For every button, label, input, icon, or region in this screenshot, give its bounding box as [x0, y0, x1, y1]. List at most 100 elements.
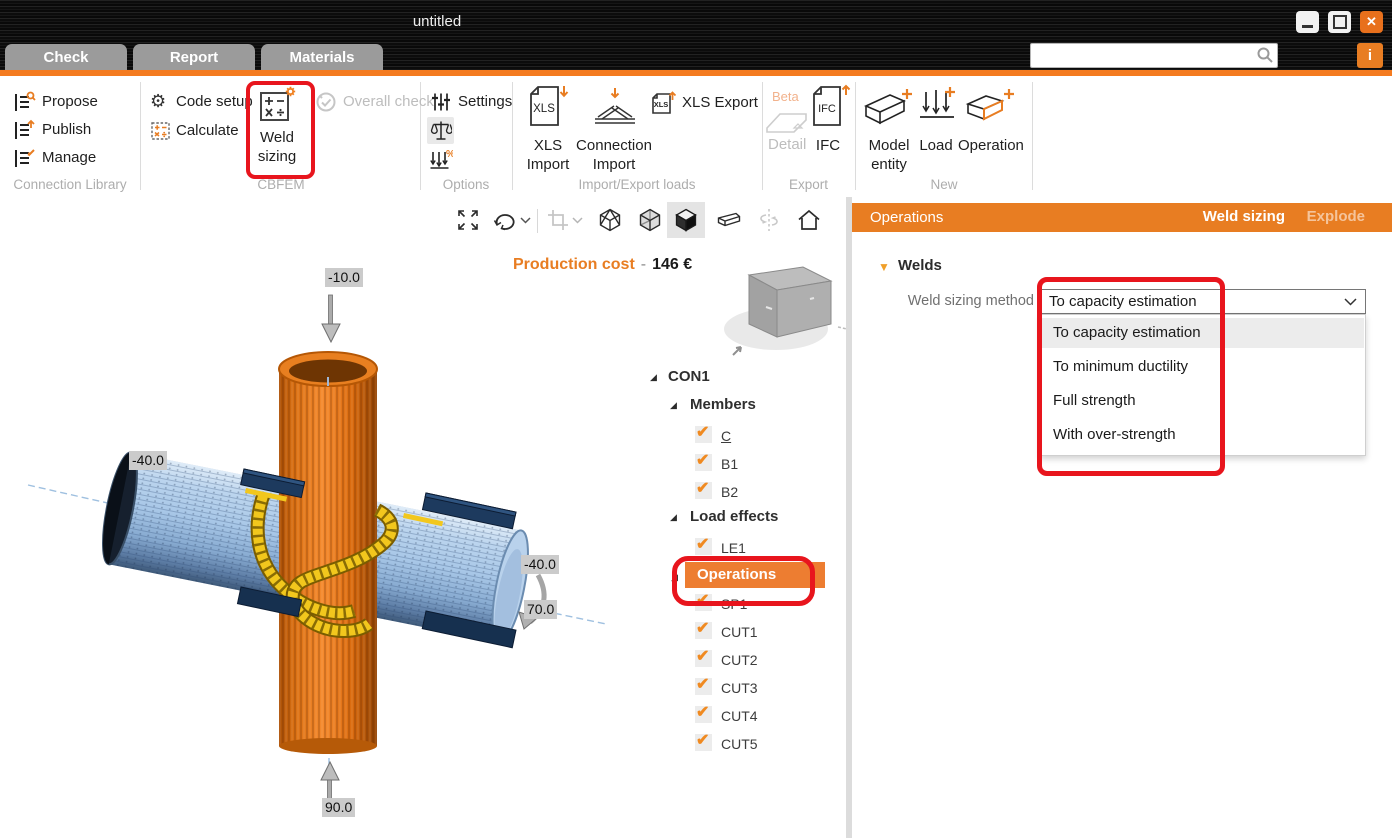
tab-check[interactable]: Check [5, 44, 127, 71]
model-entity-icon [862, 88, 916, 137]
overall-check-button[interactable]: Overall check [315, 91, 337, 118]
navigation-cube[interactable] [724, 267, 846, 355]
tree-node-operations-selected[interactable]: Operations [685, 562, 825, 588]
tree-item-cut3[interactable]: CUT3 [721, 680, 758, 696]
checkbox-cut5[interactable]: ✔ [695, 734, 712, 751]
svg-text:%: % [446, 149, 453, 160]
tree-item-le1[interactable]: LE1 [721, 540, 746, 556]
operation-new-icon [964, 88, 1018, 137]
close-icon: ✕ [1366, 14, 1377, 30]
group-label-new: New [855, 177, 1033, 192]
section-collapse-triangle-icon[interactable]: ▼ [878, 260, 890, 274]
svg-text:XLS: XLS [533, 103, 555, 115]
loads-percent-icon: % [429, 159, 453, 176]
dropdown-option-over[interactable]: With over-strength [1042, 420, 1364, 450]
ifc-icon: IFC [810, 119, 852, 136]
check-icon: ✔ [696, 422, 709, 442]
titlebar: untitled ✕ Check Report Materials i [0, 0, 1392, 70]
code-setup-button[interactable]: ⚙ Code setup [150, 91, 166, 112]
close-button[interactable]: ✕ [1360, 11, 1383, 33]
panel-title: Operations [870, 209, 943, 226]
tree-item-b2[interactable]: B2 [721, 484, 738, 500]
tree-item-c[interactable]: C [721, 428, 731, 444]
checkbox-member-c[interactable]: ✔ [695, 426, 712, 443]
checkbox-le1[interactable]: ✔ [695, 538, 712, 555]
scales-button[interactable] [430, 119, 452, 148]
expand-triangle-icon[interactable]: ◢ [671, 572, 678, 583]
info-button[interactable]: i [1357, 43, 1383, 68]
weld-sizing-method-dropdown: To capacity estimation To minimum ductil… [1040, 314, 1366, 456]
load-new-label: Load [912, 136, 960, 155]
check-icon: ✔ [696, 730, 709, 750]
tree-item-cut4[interactable]: CUT4 [721, 708, 758, 724]
load-new-icon [918, 86, 958, 137]
load-label-right: -40.0 [521, 555, 559, 574]
tree-node-con1[interactable]: CON1 [668, 368, 710, 385]
expand-triangle-icon[interactable]: ◢ [650, 372, 657, 383]
publish-button[interactable]: Publish [12, 119, 36, 146]
ifc-label: IFC [810, 136, 846, 155]
propose-icon [12, 100, 36, 117]
gear-code-icon: ⚙ [150, 91, 166, 111]
app-window: untitled ✕ Check Report Materials i Prop… [0, 0, 1392, 838]
ribbon: Propose Publish Manage Connection Librar… [0, 76, 1392, 198]
tree-item-cut1[interactable]: CUT1 [721, 624, 758, 640]
dropdown-option-full[interactable]: Full strength [1042, 386, 1364, 416]
maximize-icon [1333, 15, 1347, 29]
check-icon: ✔ [696, 534, 709, 554]
calculate-button[interactable]: Calculate [150, 120, 172, 147]
tree-item-cut2[interactable]: CUT2 [721, 652, 758, 668]
xls-import-label: XLS Import [516, 136, 580, 174]
dropdown-option-ductility[interactable]: To minimum ductility [1042, 352, 1364, 382]
expand-triangle-icon[interactable]: ◢ [670, 512, 677, 523]
manage-button[interactable]: Manage [12, 147, 36, 174]
section-welds-label: Welds [898, 257, 942, 274]
settings-button[interactable]: Settings [430, 91, 452, 118]
tree-node-operations-label: Operations [697, 566, 825, 583]
maximize-button[interactable] [1328, 11, 1351, 33]
check-icon: ✔ [696, 618, 709, 638]
ifc-export-button[interactable]: IFC IFC [810, 84, 852, 137]
group-label-export: Export [762, 177, 855, 192]
calculator-icon [150, 129, 172, 146]
panel-tab-weld-sizing[interactable]: Weld sizing [1203, 208, 1285, 225]
propose-button[interactable]: Propose [12, 91, 36, 118]
connection-import-label: Connection Import [572, 136, 656, 174]
check-icon: ✔ [696, 674, 709, 694]
publish-icon [12, 128, 36, 145]
minimize-icon [1302, 25, 1313, 28]
group-label-cbfem: CBFEM [150, 177, 412, 192]
checkbox-sp1[interactable]: ✔ [695, 594, 712, 611]
tree-item-cut5[interactable]: CUT5 [721, 736, 758, 752]
tree-item-sp1[interactable]: SP1 [721, 596, 747, 612]
checkbox-cut3[interactable]: ✔ [695, 678, 712, 695]
checkbox-member-b1[interactable]: ✔ [695, 454, 712, 471]
minimize-button[interactable] [1296, 11, 1319, 33]
tree-node-members[interactable]: Members [690, 396, 756, 413]
panel-tab-explode[interactable]: Explode [1307, 208, 1365, 225]
dropdown-option-capacity[interactable]: To capacity estimation [1042, 318, 1364, 348]
checkbox-cut1[interactable]: ✔ [695, 622, 712, 639]
check-icon: ✔ [696, 478, 709, 498]
group-label-import-export: Import/Export loads [512, 177, 762, 192]
load-label-top: -10.0 [325, 268, 363, 287]
search-input[interactable] [1035, 45, 1254, 66]
chevron-down-icon [1344, 298, 1357, 306]
checkbox-cut2[interactable]: ✔ [695, 650, 712, 667]
scales-icon [430, 130, 452, 147]
weld-sizing-method-select[interactable]: To capacity estimation [1040, 289, 1366, 314]
tab-report[interactable]: Report [133, 44, 255, 71]
connection-import-icon [590, 86, 640, 137]
tab-materials[interactable]: Materials [261, 44, 383, 71]
checkbox-cut4[interactable]: ✔ [695, 706, 712, 723]
check-icon: ✔ [696, 590, 709, 610]
tree-node-load-effects[interactable]: Load effects [690, 508, 778, 525]
expand-triangle-icon[interactable]: ◢ [670, 400, 677, 411]
check-icon: ✔ [696, 450, 709, 470]
svg-text:IFC: IFC [818, 103, 836, 115]
loads-percent-button[interactable]: % [429, 148, 453, 177]
tree-item-b1[interactable]: B1 [721, 456, 738, 472]
xls-export-button[interactable]: XLS XLS Export [650, 90, 676, 121]
detail-export-button[interactable]: Detail [764, 102, 810, 139]
checkbox-member-b2[interactable]: ✔ [695, 482, 712, 499]
